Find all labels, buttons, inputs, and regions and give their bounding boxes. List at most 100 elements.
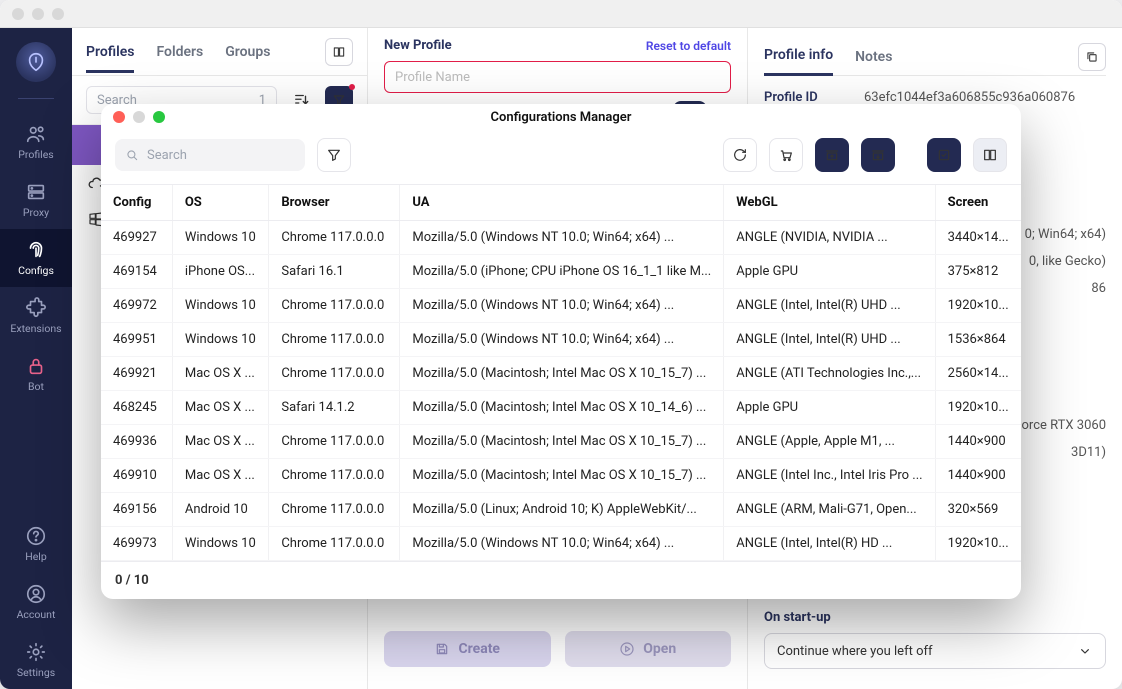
col-webgl[interactable]: WebGL [724, 185, 935, 221]
cell-config: 469927 [101, 221, 172, 255]
cell-browser: Chrome 117.0.0.0 [269, 425, 400, 459]
open-button-label: Open [643, 641, 676, 657]
table-row[interactable]: 469951Windows 10Chrome 117.0.0.0Mozilla/… [101, 323, 1021, 357]
cell-browser: Chrome 117.0.0.0 [269, 289, 400, 323]
users-icon [25, 123, 47, 145]
startup-value: Continue where you left off [777, 644, 933, 659]
sidebar-item-help[interactable]: Help [0, 515, 72, 573]
sidebar-item-label: Extensions [10, 322, 61, 335]
sidebar-item-account[interactable]: Account [0, 573, 72, 631]
layout-toggle-button[interactable] [325, 38, 353, 66]
sidebar-item-bot[interactable]: Bot [0, 345, 72, 403]
col-ua[interactable]: UA [400, 185, 724, 221]
tab-notes[interactable]: Notes [855, 49, 892, 65]
zoom-window-icon[interactable] [52, 8, 64, 20]
cell-os: Mac OS X ... [172, 425, 269, 459]
search-icon [125, 148, 139, 162]
cell-screen: 1536×864 [935, 323, 1021, 357]
cell-config: 469156 [101, 493, 172, 527]
archive-up-icon [824, 147, 840, 163]
cell-os: Mac OS X ... [172, 391, 269, 425]
cell-ua: Mozilla/5.0 (Windows NT 10.0; Win64; x64… [400, 323, 724, 357]
modal-traffic-lights [113, 111, 165, 123]
profile-id-label: Profile ID [764, 90, 864, 105]
cell-webgl: ANGLE (Intel, Intel(R) HD ... [724, 527, 935, 561]
refresh-icon [732, 147, 748, 163]
close-window-icon[interactable] [12, 8, 24, 20]
modal-minimize-icon[interactable] [133, 111, 145, 123]
cell-config: 469951 [101, 323, 172, 357]
reset-to-default-link[interactable]: Reset to default [646, 39, 731, 53]
tab-groups[interactable]: Groups [225, 44, 270, 60]
table-row[interactable]: 469154iPhone OS...Safari 16.1Mozilla/5.0… [101, 255, 1021, 289]
cell-screen: 320×569 [935, 493, 1021, 527]
minimize-window-icon[interactable] [32, 8, 44, 20]
profile-name-input[interactable]: Profile Name [384, 61, 731, 93]
col-screen[interactable]: Screen [935, 185, 1021, 221]
startup-select[interactable]: Continue where you left off [764, 633, 1106, 669]
cell-webgl: Apple GPU [724, 391, 935, 425]
filter-active-indicator [349, 84, 355, 90]
create-button[interactable]: Create [384, 631, 551, 667]
table-row[interactable]: 469936Mac OS X ...Chrome 117.0.0.0Mozill… [101, 425, 1021, 459]
sidebar-item-label: Proxy [23, 206, 49, 219]
cell-browser: Chrome 117.0.0.0 [269, 527, 400, 561]
import-button[interactable] [815, 138, 849, 172]
col-config[interactable]: Config [101, 185, 172, 221]
cell-config: 469936 [101, 425, 172, 459]
sidebar-item-label: Profiles [18, 148, 53, 161]
modal-titlebar: Configurations Manager [101, 104, 1021, 130]
play-icon [619, 641, 635, 657]
sidebar-item-proxy[interactable]: Proxy [0, 171, 72, 229]
table-row[interactable]: 469972Windows 10Chrome 117.0.0.0Mozilla/… [101, 289, 1021, 323]
tab-profile-info[interactable]: Profile info [764, 47, 833, 76]
cell-os: Windows 10 [172, 323, 269, 357]
sidebar-item-settings[interactable]: Settings [0, 631, 72, 689]
check-square-icon [936, 147, 952, 163]
cell-webgl: ANGLE (Intel, Intel(R) UHD ... [724, 289, 935, 323]
sidebar-item-profiles[interactable]: Profiles [0, 113, 72, 171]
copy-button[interactable] [1078, 43, 1106, 71]
cell-ua: Mozilla/5.0 (Windows NT 10.0; Win64; x64… [400, 527, 724, 561]
fingerprint-icon [25, 239, 47, 261]
selection-counter: 0 / 10 [115, 573, 149, 588]
configurations-manager-modal: Configurations Manager Search [101, 104, 1021, 599]
table-header-row: Config OS Browser UA WebGL Screen [101, 185, 1021, 221]
tab-profiles[interactable]: Profiles [86, 44, 134, 73]
col-browser[interactable]: Browser [269, 185, 400, 221]
table-row[interactable]: 469921Mac OS X ...Chrome 117.0.0.0Mozill… [101, 357, 1021, 391]
tab-folders[interactable]: Folders [156, 44, 203, 60]
columns-icon [982, 147, 998, 163]
cell-screen: 1920×10... [935, 391, 1021, 425]
modal-zoom-icon[interactable] [153, 111, 165, 123]
cell-screen: 1440×900 [935, 425, 1021, 459]
refresh-button[interactable] [723, 138, 757, 172]
configurations-table: Config OS Browser UA WebGL Screen 469927… [101, 185, 1021, 561]
sidebar-item-configs[interactable]: Configs [0, 229, 72, 287]
puzzle-icon [25, 297, 47, 319]
open-button[interactable]: Open [565, 631, 732, 667]
app-logo [16, 42, 56, 82]
sidebar-item-label: Bot [28, 380, 44, 393]
sidebar-item-label: Configs [18, 264, 54, 277]
lock-icon [25, 355, 47, 377]
table-row[interactable]: 468245Mac OS X ...Safari 14.1.2Mozilla/5… [101, 391, 1021, 425]
table-row[interactable]: 469910Mac OS X ...Chrome 117.0.0.0Mozill… [101, 459, 1021, 493]
modal-filter-button[interactable] [317, 138, 351, 172]
cell-screen: 1440×900 [935, 459, 1021, 493]
export-button[interactable] [861, 138, 895, 172]
cell-webgl: ANGLE (Apple, Apple M1, ... [724, 425, 935, 459]
col-os[interactable]: OS [172, 185, 269, 221]
select-all-button[interactable] [927, 138, 961, 172]
help-icon [25, 525, 47, 547]
modal-search-input[interactable]: Search [115, 139, 305, 171]
table-row[interactable]: 469973Windows 10Chrome 117.0.0.0Mozilla/… [101, 527, 1021, 561]
shop-button[interactable] [769, 138, 803, 172]
modal-close-icon[interactable] [113, 111, 125, 123]
cell-ua: Mozilla/5.0 (Windows NT 10.0; Win64; x64… [400, 221, 724, 255]
table-row[interactable]: 469927Windows 10Chrome 117.0.0.0Mozilla/… [101, 221, 1021, 255]
sidebar-item-extensions[interactable]: Extensions [0, 287, 72, 345]
table-row[interactable]: 469156Android 10Chrome 117.0.0.0Mozilla/… [101, 493, 1021, 527]
cell-browser: Chrome 117.0.0.0 [269, 459, 400, 493]
columns-button[interactable] [973, 138, 1007, 172]
